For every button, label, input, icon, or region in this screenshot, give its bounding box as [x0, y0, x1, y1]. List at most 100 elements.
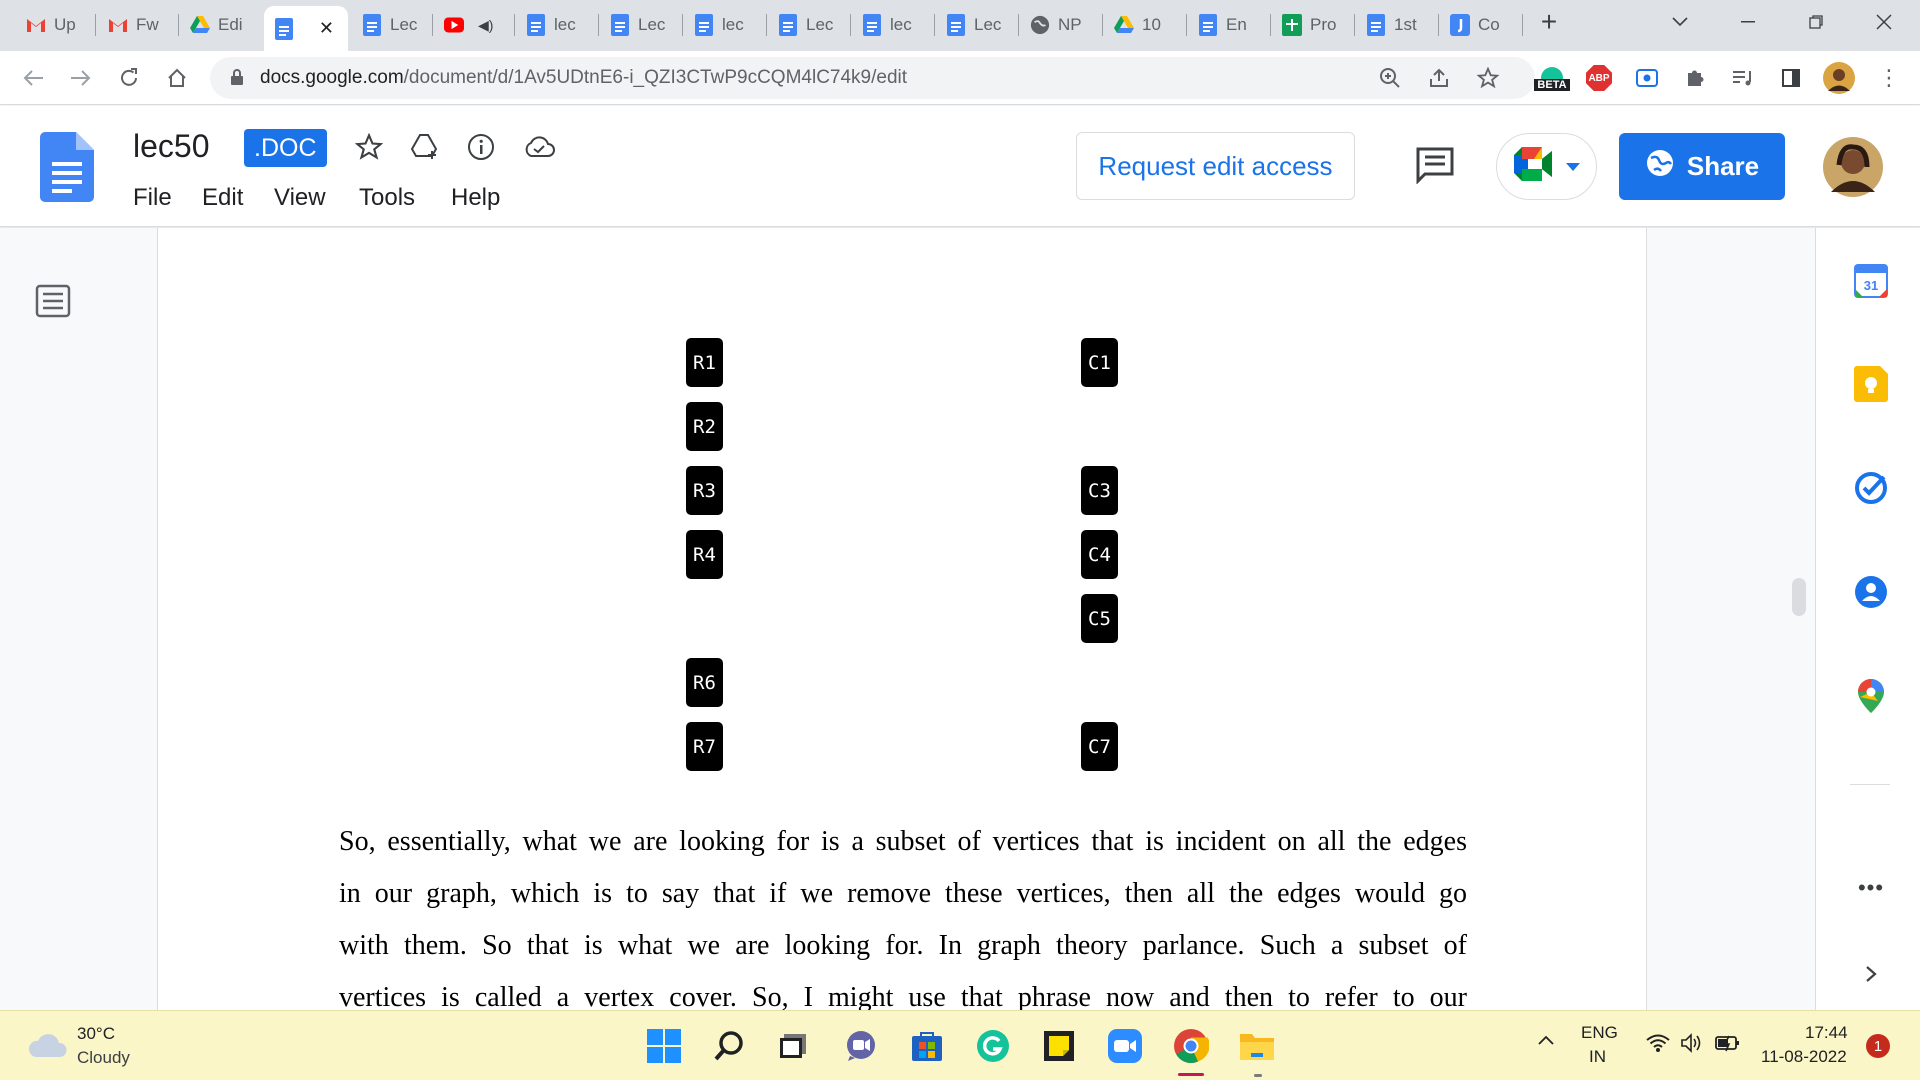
google-maps-icon[interactable] [1853, 678, 1889, 714]
address-bar[interactable]: docs.google.com/document/d/1Av5UDtnE6-i_… [210, 57, 1535, 99]
share-page-icon[interactable] [1424, 63, 1454, 93]
menu-help[interactable]: Help [451, 184, 500, 212]
home-button[interactable] [162, 63, 192, 93]
browser-tab[interactable]: Lec [600, 8, 676, 42]
reload-button[interactable] [114, 63, 144, 93]
browser-tab[interactable]: ◀) [434, 8, 510, 42]
google-docs-icon [610, 14, 630, 36]
account-avatar[interactable] [1822, 136, 1884, 198]
meet-button[interactable] [1496, 133, 1597, 200]
menu-tools[interactable]: Tools [359, 184, 415, 212]
google-docs-logo-icon[interactable] [40, 132, 94, 207]
microsoft-store-icon[interactable] [906, 1025, 948, 1067]
graph-node: C1 [1081, 338, 1118, 387]
url-text[interactable]: docs.google.com/document/d/1Av5UDtnE6-i_… [260, 67, 907, 89]
battery-charging-icon[interactable] [1714, 1033, 1742, 1058]
paragraph-line: with them. So that is what we are lookin… [339, 930, 1467, 961]
profile-avatar[interactable] [1822, 61, 1856, 95]
grammarly-extension-icon[interactable]: BETA [1530, 55, 1574, 101]
chevron-up-icon[interactable] [1537, 1033, 1555, 1051]
chrome-menu-icon[interactable]: ⋮ [1874, 63, 1904, 93]
wifi-icon[interactable] [1646, 1033, 1670, 1058]
browser-tab[interactable]: lec [684, 8, 760, 42]
adblock-plus-icon[interactable]: ABP [1584, 63, 1614, 93]
google-keep-icon[interactable] [1853, 366, 1889, 402]
graph-node: R2 [686, 402, 723, 451]
info-icon[interactable] [464, 130, 498, 164]
document-title[interactable]: lec50 [133, 128, 210, 165]
browser-tab[interactable]: Lec [936, 8, 1012, 42]
chrome-app-icon[interactable] [1170, 1025, 1212, 1067]
graph-node: C5 [1081, 594, 1118, 643]
browser-tab[interactable]: lec [852, 8, 928, 42]
input-region[interactable]: IN [1589, 1047, 1606, 1067]
zoom-app-icon[interactable] [1104, 1025, 1146, 1067]
clock-time[interactable]: 17:44 [1805, 1023, 1848, 1043]
google-tasks-icon[interactable] [1853, 470, 1889, 506]
scrollbar-thumb[interactable] [1792, 578, 1806, 616]
browser-tab[interactable]: Edi [180, 8, 256, 42]
browser-tab[interactable]: 10 [1104, 8, 1180, 42]
browser-tab[interactable]: Fw [98, 8, 174, 42]
volume-icon[interactable] [1680, 1033, 1704, 1058]
bookmark-star-icon[interactable] [1473, 63, 1503, 93]
more-addons-icon[interactable]: ••• [1853, 870, 1889, 906]
side-panel-icon[interactable] [1776, 63, 1806, 93]
move-to-drive-icon[interactable] [408, 130, 442, 164]
clock-date[interactable]: 11-08-2022 [1761, 1047, 1847, 1067]
graph-node: C4 [1081, 530, 1118, 579]
lock-icon[interactable] [230, 68, 244, 91]
screen-capture-extension-icon[interactable] [1632, 63, 1662, 93]
menu-file[interactable]: File [133, 184, 172, 212]
back-button[interactable] [18, 63, 48, 93]
zoom-icon[interactable] [1375, 63, 1405, 93]
tab-search-chevron-icon[interactable] [1660, 6, 1700, 38]
menu-edit[interactable]: Edit [202, 184, 243, 212]
browser-tab[interactable]: Lec [352, 8, 428, 42]
audio-playing-icon[interactable]: ◀) [478, 17, 493, 34]
browser-tab[interactable]: NP [1020, 8, 1096, 42]
running-app-indicator [1254, 1074, 1262, 1077]
document-outline-icon[interactable] [35, 284, 71, 323]
extensions-puzzle-icon[interactable] [1680, 63, 1710, 93]
browser-tab[interactable]: En [1188, 8, 1264, 42]
file-explorer-icon[interactable] [1236, 1025, 1278, 1067]
sticky-notes-icon[interactable] [1038, 1025, 1080, 1067]
star-icon[interactable] [352, 130, 386, 164]
restore-button[interactable] [1796, 6, 1836, 38]
request-edit-access-button[interactable]: Request edit access [1076, 132, 1355, 200]
browser-tab[interactable]: lec [516, 8, 592, 42]
input-language[interactable]: ENG [1581, 1023, 1618, 1043]
cloud-saved-icon[interactable] [522, 130, 556, 164]
task-view-icon[interactable] [772, 1025, 814, 1067]
google-contacts-icon[interactable] [1853, 574, 1889, 610]
minimize-button[interactable] [1728, 6, 1768, 38]
close-window-button[interactable] [1864, 6, 1904, 38]
menu-view[interactable]: View [274, 184, 326, 212]
browser-tab[interactable]: Co [1440, 8, 1516, 42]
windows-start-icon[interactable] [643, 1025, 685, 1067]
grammarly-icon[interactable] [972, 1025, 1014, 1067]
forward-button[interactable] [66, 63, 96, 93]
google-docs-icon [694, 14, 714, 36]
browser-tab[interactable]: 1st [1356, 8, 1432, 42]
comment-history-icon[interactable] [1412, 142, 1458, 188]
chevron-right-icon[interactable] [1853, 956, 1889, 992]
google-calendar-icon[interactable]: 31 [1853, 263, 1889, 299]
weather-condition[interactable]: Cloudy [77, 1048, 130, 1068]
youtube-icon [444, 15, 464, 35]
document-page[interactable]: R1 R2 R3 R4 R6 R7 C1 C3 C4 C5 C7 So, ess… [157, 228, 1647, 1010]
browser-tab[interactable]: Lec [768, 8, 844, 42]
share-button[interactable]: Share [1619, 133, 1785, 200]
search-icon[interactable] [709, 1025, 751, 1067]
cloudy-weather-icon[interactable] [26, 1031, 68, 1064]
new-tab-button[interactable]: + [1529, 6, 1569, 38]
browser-tab[interactable]: Pro [1272, 8, 1348, 42]
close-tab-icon[interactable]: ✕ [319, 18, 334, 39]
browser-tab[interactable]: Up [16, 8, 92, 42]
weather-temperature[interactable]: 30°C [77, 1024, 115, 1044]
teams-chat-icon[interactable] [840, 1025, 882, 1067]
media-control-icon[interactable] [1728, 63, 1758, 93]
notification-badge[interactable]: 1 [1866, 1034, 1890, 1058]
browser-tab-active[interactable]: ✕ [264, 6, 348, 51]
